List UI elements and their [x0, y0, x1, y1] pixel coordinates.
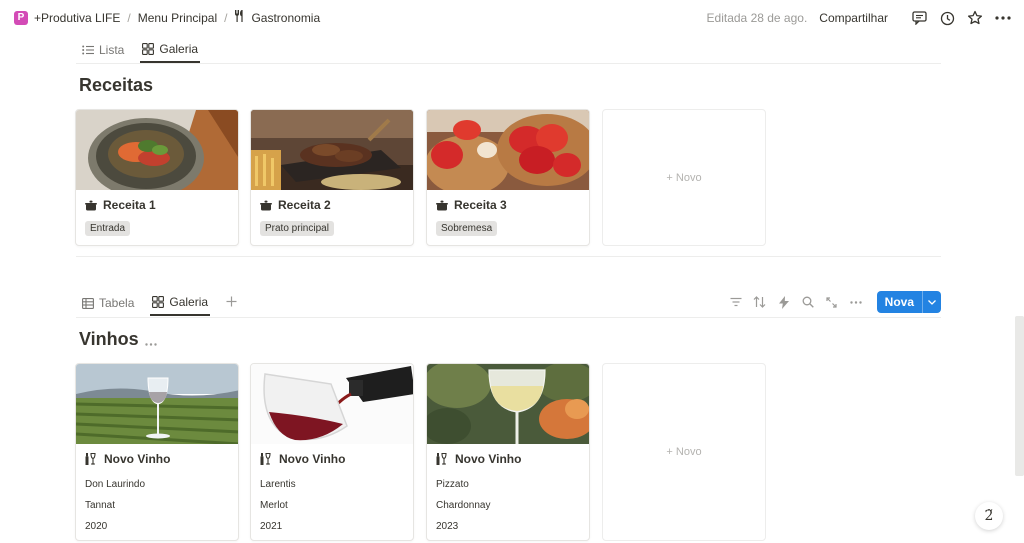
chevron-down-icon[interactable]	[923, 299, 941, 305]
wine-title-text: Novo Vinho	[455, 452, 522, 466]
recipe-title-text: Receita 3	[454, 198, 507, 212]
edited-timestamp: Editada 28 de ago.	[706, 11, 808, 25]
help-button[interactable]: 2̃	[975, 502, 1003, 530]
wine-producer: Larentis	[260, 479, 296, 490]
breadcrumb-current[interactable]: Gastronomia	[251, 11, 320, 25]
recipe-title: Receita 1	[76, 190, 238, 212]
category-tag: Sobremesa	[436, 221, 498, 236]
tab-galeria[interactable]: Galeria	[150, 290, 211, 316]
wine-card[interactable]: Novo Vinho Larentis Merlot 2021	[250, 363, 414, 541]
more-options-icon[interactable]	[847, 293, 865, 311]
category-tag: Prato principal	[260, 221, 334, 236]
wine-card[interactable]: Novo Vinho Don Laurindo Tannat 2020	[75, 363, 239, 541]
new-card-label: + Novo	[666, 446, 702, 458]
recipe-title-text: Receita 2	[278, 198, 331, 212]
recipe-title: Receita 2	[251, 190, 413, 212]
tab-label: Galeria	[159, 42, 199, 56]
help-icon: 2̃	[984, 508, 994, 524]
wine-grape: Merlot	[260, 500, 288, 511]
comment-icon[interactable]	[910, 9, 928, 27]
divider	[76, 317, 941, 318]
new-entry-button[interactable]: Nova	[876, 291, 941, 313]
list-icon	[82, 45, 94, 55]
recipe-card[interactable]: Receita 2 Prato principal	[250, 109, 414, 246]
divider	[76, 256, 941, 257]
new-card-label: + Novo	[666, 171, 702, 184]
wine-title-text: Novo Vinho	[104, 452, 171, 466]
tab-galeria[interactable]: Galeria	[140, 37, 201, 63]
receitas-title: Receitas	[79, 75, 154, 95]
more-options-icon[interactable]	[994, 9, 1012, 27]
fork-knife-icon	[234, 10, 245, 25]
top-actions: Editada 28 de ago. Compartilhar	[707, 9, 1012, 27]
recipe-title-text: Receita 1	[103, 198, 156, 212]
tab-tabela[interactable]: Tabela	[80, 290, 136, 316]
filter-icon[interactable]	[727, 293, 745, 311]
wine-card[interactable]: Novo Vinho Pizzato Chardonnay 2023	[426, 363, 590, 541]
star-icon[interactable]	[966, 9, 984, 27]
title-more-icon[interactable]	[145, 333, 157, 351]
wine-bottle-icon	[85, 453, 98, 465]
workspace-icon[interactable]: P	[14, 10, 28, 25]
breadcrumb-workspace[interactable]: +Produtiva LIFE	[34, 11, 120, 25]
cooking-pot-icon	[260, 200, 272, 211]
new-entry-label[interactable]: Nova	[877, 291, 923, 313]
vinhos-view-tabs: Tabela Galeria	[80, 290, 253, 316]
wine-grape: Tannat	[85, 500, 116, 511]
automation-bolt-icon[interactable]	[775, 293, 793, 311]
wine-year: 2023	[436, 521, 459, 532]
wine-year: 2020	[85, 521, 108, 532]
scrollbar[interactable]	[1015, 316, 1024, 476]
plus-icon	[226, 296, 237, 310]
wine-producer: Pizzato	[436, 479, 469, 490]
recipe-image	[76, 110, 238, 190]
wine-image	[427, 364, 589, 444]
wine-title-text: Novo Vinho	[279, 452, 346, 466]
wine-image	[251, 364, 413, 444]
top-bar: P +Produtiva LIFE / Menu Principal / Gas…	[0, 0, 1024, 38]
share-button[interactable]: Compartilhar	[819, 11, 888, 25]
recipe-title: Receita 3	[427, 190, 589, 212]
receitas-view-tabs: Lista Galeria	[80, 37, 214, 63]
search-icon[interactable]	[799, 293, 817, 311]
cooking-pot-icon	[436, 200, 448, 211]
vinhos-title: Vinhos	[79, 329, 139, 349]
wine-title: Novo Vinho	[427, 444, 589, 466]
tab-label: Lista	[99, 43, 125, 57]
new-wine-card[interactable]: + Novo	[602, 363, 766, 541]
wine-producer: Don Laurindo	[85, 479, 146, 490]
recipe-card[interactable]: Receita 3 Sobremesa	[426, 109, 590, 246]
table-icon	[82, 297, 94, 309]
wine-title: Novo Vinho	[76, 444, 238, 466]
wine-year: 2021	[260, 521, 283, 532]
new-recipe-card[interactable]: + Novo	[602, 109, 766, 246]
tab-label: Tabela	[99, 296, 135, 310]
wine-bottle-icon	[436, 453, 449, 465]
tab-label: Galeria	[169, 295, 209, 309]
cooking-pot-icon	[85, 200, 97, 211]
breadcrumb-separator: /	[224, 10, 228, 25]
breadcrumb-separator: /	[127, 10, 131, 25]
add-view-button[interactable]	[224, 290, 239, 316]
database-toolbar: Nova	[721, 291, 941, 313]
category-tag: Entrada	[85, 221, 131, 236]
gallery-icon	[152, 296, 165, 308]
history-clock-icon[interactable]	[938, 9, 956, 27]
wine-image	[76, 364, 238, 444]
sort-icon[interactable]	[751, 293, 769, 311]
recipe-card[interactable]: Receita 1 Entrada	[75, 109, 239, 246]
wine-bottle-icon	[260, 453, 273, 465]
wine-title: Novo Vinho	[251, 444, 413, 466]
recipe-image	[251, 110, 413, 190]
breadcrumb: P +Produtiva LIFE / Menu Principal / Gas…	[14, 10, 320, 25]
tab-lista[interactable]: Lista	[80, 37, 126, 63]
wine-grape: Chardonnay	[436, 500, 491, 511]
gallery-icon	[142, 43, 155, 55]
expand-icon[interactable]	[823, 293, 841, 311]
breadcrumb-parent[interactable]: Menu Principal	[138, 11, 217, 25]
divider	[76, 63, 941, 64]
recipe-image	[427, 110, 589, 190]
